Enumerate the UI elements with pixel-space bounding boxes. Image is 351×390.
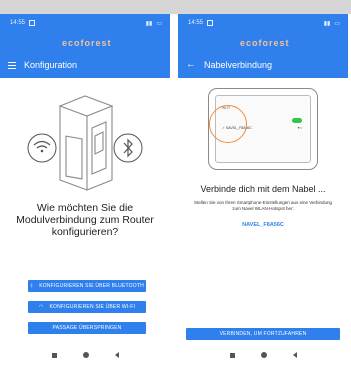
status-bar: 14:55 ▮▮ ▭ [188,18,340,28]
android-nav-bar [0,348,170,362]
hotspot-ssid: NAVEL_F8A56C [242,222,284,228]
network-lock-icon: ▾⌂ [297,125,302,130]
connect-instructions: Stellen Sie von Ihren Smartphone-Einstel… [193,200,333,211]
notification-icon [29,20,36,26]
home-icon[interactable] [260,352,267,358]
button-label: VERBINDEN, UM FORTZUFAHREN [219,331,307,337]
back-nav-icon[interactable] [292,352,297,358]
configure-wifi-button[interactable]: ◠ KONFIGURIEREN SIE ÜBER WI-FI [28,301,146,313]
wifi-icon: ◠ [38,304,44,310]
android-nav-bar [178,348,348,362]
app-bar: 14:55 ▮▮ ▭ ecoforest Konfiguration [0,14,170,78]
menu-icon[interactable] [8,61,16,69]
recents-icon[interactable] [51,352,57,358]
page-title: Konfiguration [24,60,78,70]
bluetooth-icon: ᛒ [30,283,34,289]
brand-logo: ecoforest [62,38,112,48]
top-gap [0,0,351,14]
connection-question: Wie möchten Sie die Modulverbindung zum … [16,202,154,238]
wifi-icon [27,133,57,163]
connect-heading: Verbinde dich mit dem Nabel ... [200,184,326,194]
status-time: 14:55 [188,20,204,26]
battery-icon: ▭ [156,20,162,27]
signal-icon: ▮▮ [145,20,153,27]
button-label: KONFIGURIEREN SIE ÜBER BLUETOOTH [39,283,144,289]
right-phone-screen: 14:55 ▮▮ ▭ ecoforest ← Nabelverbindung W… [178,14,348,390]
page-title: Nabelverbindung [204,60,273,70]
recents-icon[interactable] [229,352,235,358]
highlight-circle [209,105,247,143]
title-row: ← Nabelverbindung [186,58,272,72]
configure-bluetooth-button[interactable]: ᛒ KONFIGURIEREN SIE ÜBER BLUETOOTH [28,280,146,292]
signal-icon: ▮▮ [323,20,331,27]
title-row: Konfiguration [8,58,77,72]
phone-illustration: Wi-Fi ✓ NAVEL_F8A56C ▾⌂ [208,88,318,170]
skip-button[interactable]: PASSAGE ÜBERSPRINGEN [28,322,146,334]
battery-icon: ▭ [334,20,340,27]
status-time: 14:55 [10,20,26,26]
brand-logo: ecoforest [240,38,290,48]
home-icon[interactable] [82,352,89,358]
button-label: PASSAGE ÜBERSPRINGEN [52,325,122,331]
back-arrow-icon[interactable]: ← [186,60,196,70]
notification-icon [207,20,214,26]
app-bar: 14:55 ▮▮ ▭ ecoforest ← Nabelverbindung [178,14,348,78]
bluetooth-icon [113,133,143,163]
wifi-toggle [292,118,302,123]
button-label: KONFIGURIEREN SIE ÜBER WI-FI [49,304,136,310]
stove-illustration [27,95,143,191]
status-bar: 14:55 ▮▮ ▭ [10,18,162,28]
connect-continue-button[interactable]: VERBINDEN, UM FORTZUFAHREN [186,328,340,340]
back-nav-icon[interactable] [114,352,119,358]
left-phone-screen: 14:55 ▮▮ ▭ ecoforest Konfiguration Wie m… [0,14,170,390]
